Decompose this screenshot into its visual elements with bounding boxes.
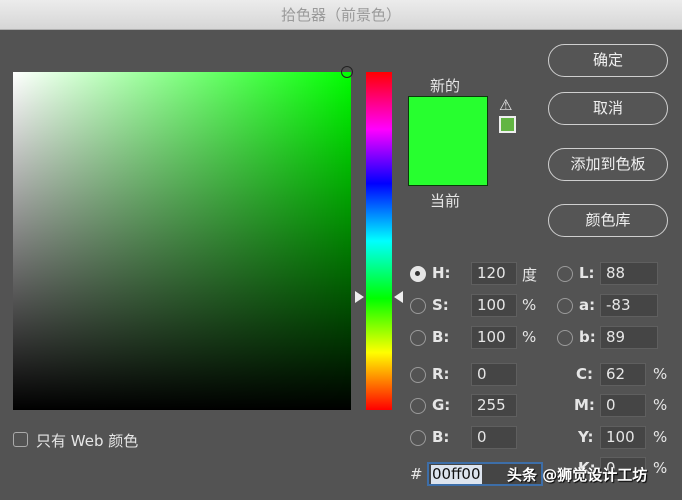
s-unit: % [522,296,537,314]
color-field[interactable] [13,72,351,410]
new-label: 新的 [430,77,461,95]
c-input[interactable]: 62 [600,363,646,386]
lab-b-input[interactable]: 89 [600,326,658,349]
web-safe-cube-icon[interactable] [499,116,516,133]
blue-label: B: [432,428,450,446]
radio-r[interactable] [410,367,426,383]
c-label: C: [576,365,594,383]
m-input[interactable]: 0 [600,394,646,417]
hue-slider-left-arrow-icon[interactable] [355,291,364,303]
lab-b-label: b: [579,328,596,346]
radio-a[interactable] [557,298,573,314]
add-to-swatches-button[interactable]: 添加到色板 [548,148,668,181]
radio-lab-b[interactable] [557,330,573,346]
new-color-swatch [408,96,488,186]
brightness-label: B: [432,328,450,346]
k-unit: % [653,459,668,477]
y-unit: % [653,428,668,446]
radio-s[interactable] [410,298,426,314]
radio-brightness[interactable] [410,330,426,346]
r-label: R: [432,365,450,383]
s-label: S: [432,296,449,314]
radio-h[interactable] [410,266,426,282]
radio-blue[interactable] [410,430,426,446]
warning-triangle-icon[interactable]: ⚠ [499,96,512,114]
color-picker-ring[interactable] [341,66,353,78]
color-libraries-button[interactable]: 颜色库 [548,204,668,237]
hue-slider[interactable] [366,72,392,410]
y-label: Y: [578,428,594,446]
brightness-unit: % [522,328,537,346]
l-input[interactable]: 88 [600,262,658,285]
c-unit: % [653,365,668,383]
hex-value: 00ff00 [431,465,482,484]
h-input[interactable]: 120 [471,262,517,285]
web-colors-only-label: 只有 Web 颜色 [36,432,139,450]
blue-input[interactable]: 0 [471,426,517,449]
m-label: M: [574,396,595,414]
g-input[interactable]: 255 [471,394,517,417]
h-label: H: [432,264,451,282]
l-label: L: [579,264,595,282]
r-input[interactable]: 0 [471,363,517,386]
hex-label: # [410,465,423,483]
current-label: 当前 [430,192,461,210]
watermark: 头条 @狮觉设计工坊 [507,466,648,484]
web-colors-only-checkbox[interactable] [13,432,28,447]
m-unit: % [653,396,668,414]
a-label: a: [579,296,596,314]
a-input[interactable]: -83 [600,294,658,317]
g-label: G: [432,396,451,414]
title-bar: 拾色器（前景色） [0,0,682,30]
s-input[interactable]: 100 [471,294,517,317]
radio-g[interactable] [410,398,426,414]
ok-button[interactable]: 确定 [548,44,668,77]
y-input[interactable]: 100 [600,426,646,449]
radio-l[interactable] [557,266,573,282]
cancel-button[interactable]: 取消 [548,92,668,125]
brightness-input[interactable]: 100 [471,326,517,349]
hue-slider-right-arrow-icon[interactable] [394,291,403,303]
h-unit: 度 [522,266,538,284]
